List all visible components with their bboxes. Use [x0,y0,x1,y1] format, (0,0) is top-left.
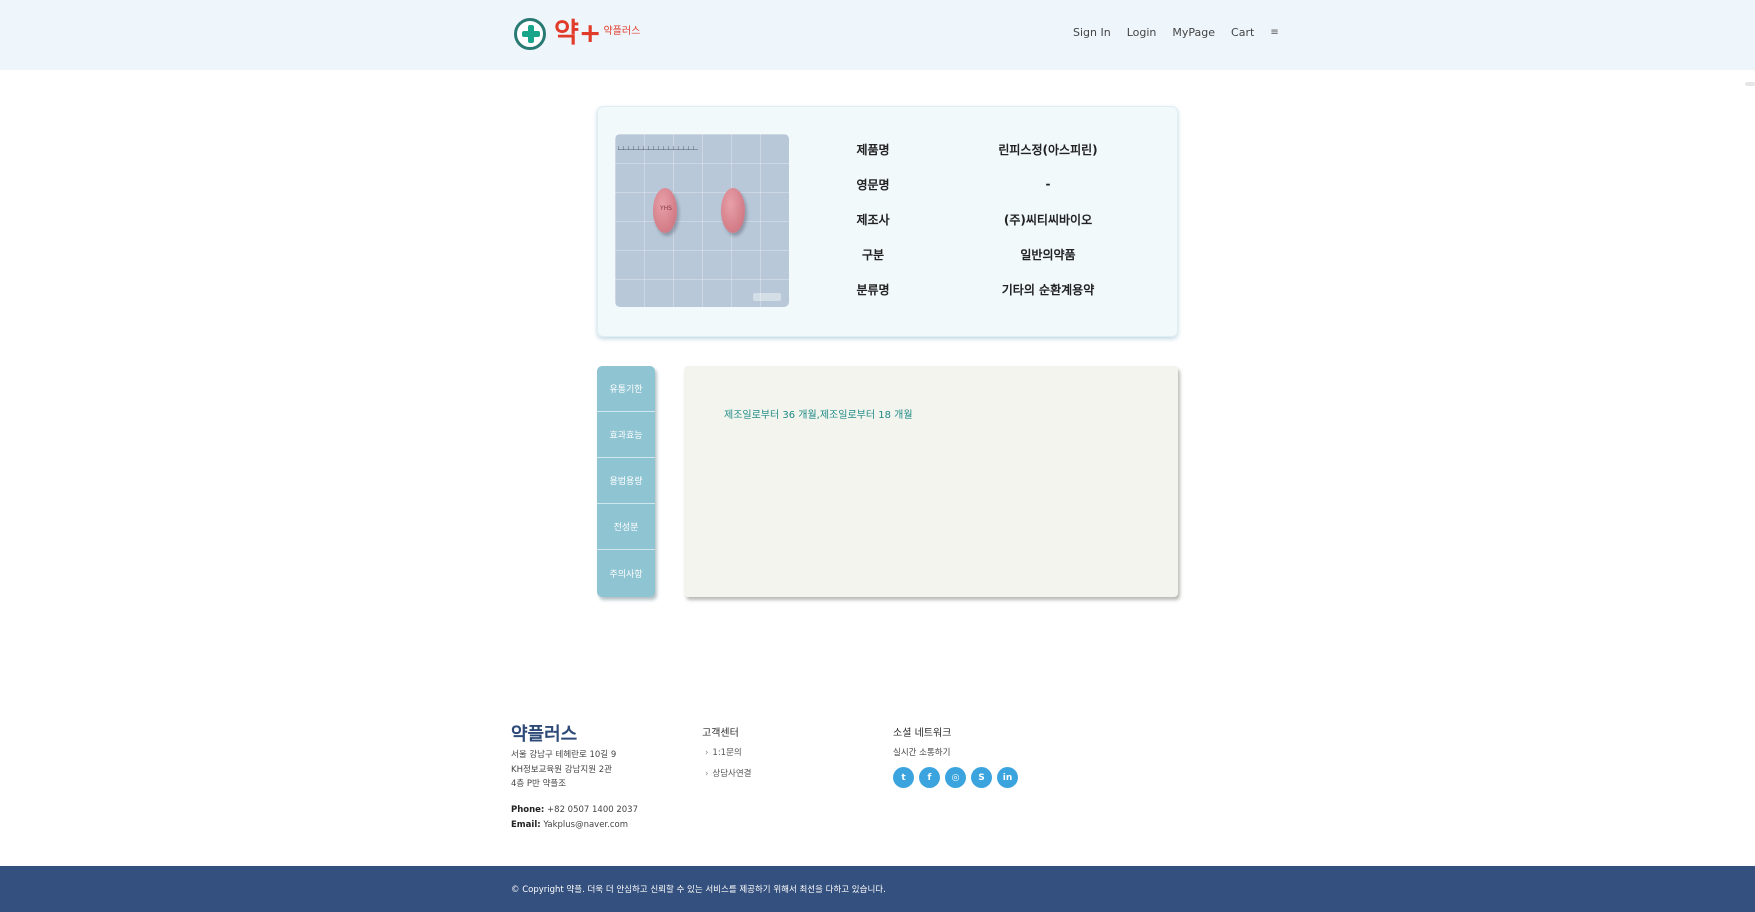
tab-efficacy[interactable]: 효과효능 [597,412,655,458]
product-info-card: YHS 제품명 린피스정(아스피린) 영문명 - 제조사 (주)씨티씨바이오 구… [597,106,1178,337]
link-one-on-one-inquiry[interactable]: 1:1문의 [705,746,741,758]
address-line: KH정보교육원 강남지원 2관 [511,764,612,775]
email-address[interactable]: Yakplus@naver.com [543,820,628,830]
tab-content-panel: 제조일로부터 36 개월,제조일로부터 18 개월 [684,366,1178,597]
support-heading: 고객센터 [702,728,739,739]
copyright-bar: © Copyright 약플. 더욱 더 안심하고 신뢰할 수 있는 서비스를 … [0,866,1755,912]
site-header: 약+ 약플러스 Sign In Login MyPage Cart ≡ [0,0,1755,70]
info-value: 린피스정(아스피린) [998,142,1098,157]
nav-sign-in[interactable]: Sign In [1073,26,1111,39]
detail-tabs: 유통기한 효과효능 용법용량 전성분 주의사항 [597,366,655,597]
skype-icon[interactable]: S [971,767,992,788]
footer-address: 서울 강남구 테헤란로 10길 9 KH정보교육원 강남지원 2관 4층 P반 … [511,748,616,792]
site-logo[interactable]: 약+ 약플러스 [514,18,640,50]
nav-mypage[interactable]: MyPage [1172,26,1215,39]
footer-phone: Phone: +82 0507 1400 2037 [511,803,638,818]
nav-cart[interactable]: Cart [1231,26,1254,39]
address-line: 서울 강남구 테헤란로 10길 9 [511,750,617,760]
info-row-manufacturer: 제조사 (주)씨티씨바이오 [838,209,1158,229]
info-value: 일반의약품 [1020,247,1076,262]
image-watermark [753,293,781,301]
info-value: - [1045,177,1051,191]
social-heading: 소셜 네트워크 [893,728,952,739]
info-label: 제품명 [856,142,890,157]
phone-label: Phone: [511,805,545,815]
footer-email: Email: Yakplus@naver.com [511,818,638,833]
medical-cross-icon [514,18,546,50]
linkedin-icon[interactable]: in [997,767,1018,788]
footer-contact: Phone: +82 0507 1400 2037 Email: Yakplus… [511,803,638,832]
address-line: 4층 P반 약플조 [511,779,567,789]
ruler-scale [618,136,698,150]
info-value: 기타의 순환계용약 [1001,282,1095,297]
info-label: 제조사 [856,212,890,227]
instagram-icon[interactable]: ◎ [945,767,966,788]
scroll-edge-marker [1745,82,1755,86]
info-label: 구분 [861,247,885,262]
info-value: (주)씨티씨바이오 [1003,212,1093,227]
facebook-icon[interactable]: f [919,767,940,788]
hamburger-menu-icon[interactable]: ≡ [1270,27,1278,38]
copyright-text: © Copyright 약플. 더욱 더 안심하고 신뢰할 수 있는 서비스를 … [511,885,886,895]
top-nav: Sign In Login MyPage Cart ≡ [1073,26,1279,39]
info-label: 영문명 [856,177,890,192]
info-label: 분류명 [856,282,890,297]
info-row-product-name: 제품명 린피스정(아스피린) [838,139,1158,159]
link-counselor-connect[interactable]: 상담사연결 [705,767,751,779]
footer-brand: 약플러스 [511,724,578,745]
twitter-icon[interactable]: t [893,767,914,788]
phone-number: +82 0507 1400 2037 [547,805,638,815]
social-icons: t f ◎ S in [893,767,1023,788]
nav-login[interactable]: Login [1127,26,1157,39]
info-row-english-name: 영문명 - [838,174,1158,194]
logo-main-text: 약+ [554,18,602,49]
tab-expiry[interactable]: 유통기한 [597,366,655,412]
info-row-classification: 분류명 기타의 순환계용약 [838,279,1158,299]
logo-sub-text: 약플러스 [603,26,641,37]
tab-content-text: 제조일로부터 36 개월,제조일로부터 18 개월 [724,410,913,421]
tab-precautions[interactable]: 주의사항 [597,550,655,596]
tab-ingredients[interactable]: 전성분 [597,504,655,550]
pill-back [721,188,745,233]
social-note: 실시간 소통하기 [893,748,951,758]
email-label: Email: [511,819,541,830]
pill-front: YHS [653,188,677,233]
pill-image: YHS [615,134,789,307]
pill-imprint: YHS [660,205,672,212]
tab-dosage[interactable]: 용법용량 [597,458,655,504]
info-row-category: 구분 일반의약품 [838,244,1158,264]
